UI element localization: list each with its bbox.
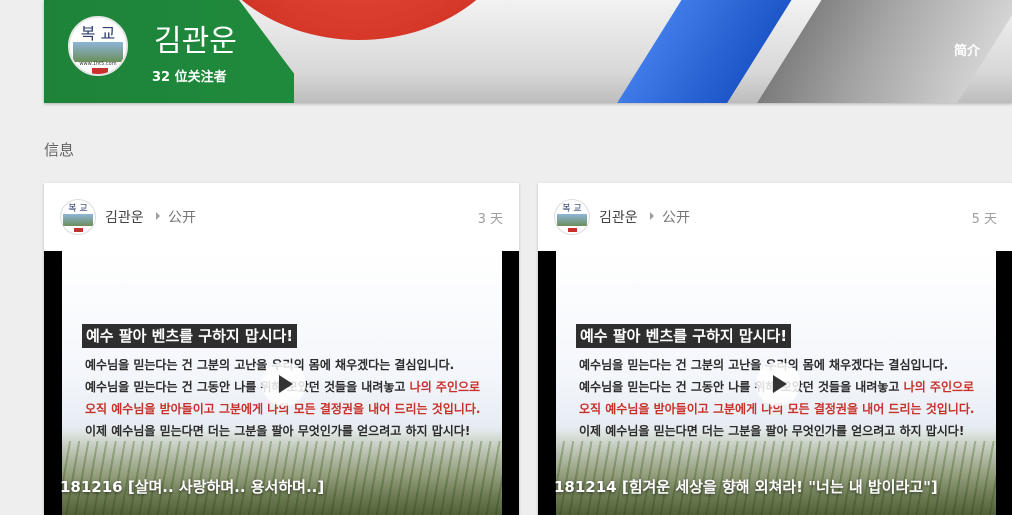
slide-title: 예수 팔아 벤츠를 구하지 맙시다! (82, 324, 298, 348)
avatar-logo-stamp (92, 68, 108, 74)
avatar-logo-text: 복 교 (68, 204, 88, 214)
post-card[interactable]: 복 교 김관운 公开 3 天 예수 팔아 벤츠를 구하지 맙시다! 예수님을 믿… (44, 183, 519, 515)
video-thumbnail[interactable]: 예수 팔아 벤츠를 구하지 맙시다! 예수님을 믿는다는 건 그분의 고난을 우… (44, 251, 519, 515)
intro-link[interactable]: 简介 (954, 40, 980, 59)
play-icon[interactable] (756, 362, 800, 406)
post-author[interactable]: 김관운 (105, 207, 144, 227)
author-avatar[interactable]: 복 교 (554, 199, 590, 235)
post-time[interactable]: 3 天 (478, 208, 503, 227)
avatar-logo-scene (73, 42, 123, 62)
post-visibility: 公开 (662, 210, 690, 226)
avatar-logo-text: 복 교 (562, 204, 582, 214)
profile-name[interactable]: 김관운 (154, 16, 237, 60)
profile-cover: 복 교 www.1ht5.com 김관운 32 位关注者 简介 (44, 0, 1012, 103)
post-author[interactable]: 김관운 (599, 207, 638, 227)
post-card[interactable]: 복 교 김관운 公开 5 天 예수 팔아 벤츠를 구하지 맙시다! 예수님을 믿… (538, 183, 1012, 515)
play-icon[interactable] (262, 362, 306, 406)
caret-right-icon (156, 212, 160, 220)
avatar-logo-url: www.1ht5.com (79, 61, 117, 67)
post-header: 복 교 김관운 公开 3 天 (44, 183, 519, 251)
slide-title: 예수 팔아 벤츠를 구하지 맙시다! (576, 324, 792, 348)
avatar-logo-text: 복 교 (80, 24, 116, 43)
video-title[interactable]: 181216 [살며.. 사랑하며.. 용서하며..] (60, 476, 324, 497)
video-thumbnail[interactable]: 예수 팔아 벤츠를 구하지 맙시다! 예수님을 믿는다는 건 그분의 고난을 우… (538, 251, 1012, 515)
post-header: 복 교 김관운 公开 5 天 (538, 183, 1012, 251)
post-time[interactable]: 5 天 (972, 208, 997, 227)
video-title[interactable]: 181214 [힘겨운 세상을 향해 외쳐라! "너는 내 밥이라고"] (554, 476, 938, 497)
followers-count[interactable]: 32 位关注者 (152, 66, 227, 85)
post-visibility: 公开 (168, 210, 196, 226)
author-avatar[interactable]: 복 교 (60, 199, 96, 235)
section-title: 信息 (44, 141, 75, 159)
profile-avatar[interactable]: 복 교 www.1ht5.com (68, 16, 128, 76)
caret-right-icon (650, 212, 654, 220)
